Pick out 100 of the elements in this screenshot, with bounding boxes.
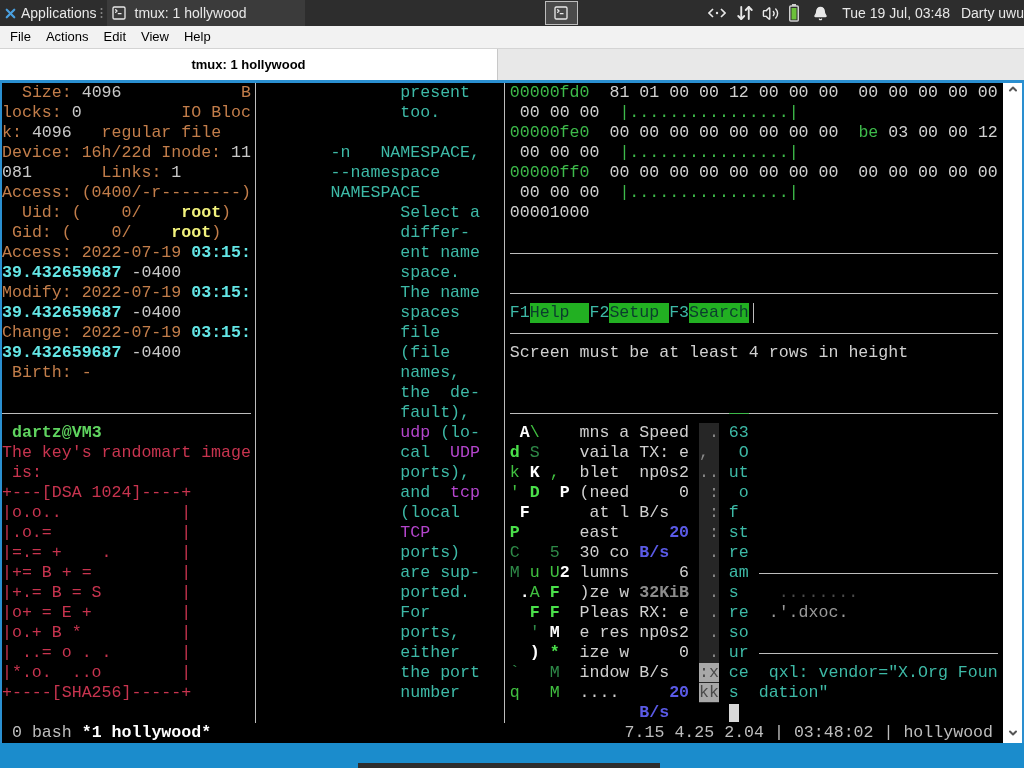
terminal-text: k: xyxy=(2,123,22,142)
terminal-text: . xyxy=(708,623,719,642)
terminal-text: F xyxy=(519,503,530,522)
terminal-text: 4096 xyxy=(31,123,72,142)
terminal-text: |.o.= | xyxy=(2,523,192,542)
battery-icon[interactable] xyxy=(789,4,800,22)
terminal-text: ' xyxy=(509,483,520,502)
terminal-text: NAMESPACE xyxy=(330,183,421,202)
terminal-text: ........ xyxy=(778,583,859,602)
terminal-text: . xyxy=(708,603,719,622)
terminal-text: o xyxy=(738,483,749,502)
menu-item[interactable]: Edit xyxy=(103,27,126,47)
terminal-text: (file xyxy=(400,343,451,362)
terminal-text: F xyxy=(549,583,560,602)
handle-icon xyxy=(99,7,103,19)
terminal-text: B/s xyxy=(639,703,670,722)
scrollbar[interactable] xyxy=(1003,83,1022,743)
menu-item[interactable]: View xyxy=(141,27,169,47)
volume-icon[interactable] xyxy=(762,4,780,22)
terminal-text: differ- xyxy=(400,223,471,242)
arrows-icon[interactable] xyxy=(736,4,755,22)
terminal-text: A xyxy=(529,583,540,602)
terminal-text: is: xyxy=(11,463,42,482)
user-name[interactable]: Darty uwu xyxy=(960,2,1024,24)
terminal-text: the de- xyxy=(400,383,480,402)
key-action[interactable]: Search xyxy=(689,303,749,323)
terminal-text: 00 00 00 xyxy=(519,183,600,202)
terminal-text: 30 co xyxy=(579,543,630,562)
window-tab[interactable]: *1 hollywood* xyxy=(81,723,212,743)
menu-item[interactable]: File xyxy=(10,27,31,47)
terminal-text: mns a xyxy=(579,423,630,442)
terminal-text: F F xyxy=(529,603,560,622)
terminal-text: C 5 xyxy=(509,543,560,562)
terminal-text: +---[DSA 1024]----+ xyxy=(2,483,192,502)
terminal-text: For xyxy=(400,603,431,622)
terminal-text: ) xyxy=(211,223,222,242)
terminal-text: 00001000 xyxy=(509,203,590,222)
terminal-text: the port xyxy=(400,663,480,682)
bell-icon[interactable] xyxy=(813,5,829,21)
terminal-text: 11 xyxy=(231,143,251,162)
terminal-text: fault), xyxy=(400,403,471,422)
key-action[interactable]: Setup xyxy=(609,303,670,323)
function-key: F1 xyxy=(509,303,530,323)
function-key: F2 xyxy=(589,303,610,323)
applications-menu[interactable]: Applications xyxy=(21,2,97,24)
terminal-text: kk xyxy=(699,683,719,702)
terminal-text: Birth: - xyxy=(11,363,92,382)
terminal-text: spaces xyxy=(400,303,461,322)
window-button[interactable]: tmux: 1 hollywood xyxy=(106,0,305,26)
terminal-text: qxl: vendor="X.Org Foun xyxy=(768,663,998,682)
terminal-text: RX: e xyxy=(639,603,690,622)
network-icon[interactable] xyxy=(708,7,727,19)
terminal-text: 00000fe0 xyxy=(509,123,590,142)
terminal-text: -0400 xyxy=(131,303,182,322)
terminal-text: 00 00 00 00 00 00 00 00 xyxy=(609,123,839,142)
terminal-text: IO Bloc xyxy=(181,103,251,122)
terminal-text: , xyxy=(699,443,709,462)
terminal-text: ize w xyxy=(579,643,630,662)
terminal-text: tcp xyxy=(450,483,480,502)
terminal-text: 0 xyxy=(679,643,690,662)
terminal-text: vaila xyxy=(579,443,630,462)
terminal-text: . xyxy=(519,583,530,602)
workspace-button[interactable] xyxy=(544,1,578,25)
terminal-text: blet xyxy=(579,463,620,482)
terminal-text: number xyxy=(400,683,461,702)
terminal-text: s xyxy=(728,683,739,702)
terminal-text: Access: (0400/-r--------) xyxy=(2,183,251,202)
terminal-text: .'.dxoc. xyxy=(768,603,849,622)
terminal-text: udp xyxy=(400,423,431,442)
terminal-text: Links: xyxy=(101,163,162,182)
terminal-text: re xyxy=(728,543,749,562)
terminal-text: 39.432659687 xyxy=(2,343,122,362)
terminal-text: The key's randomart image xyxy=(2,443,251,462)
terminal-text: 0 xyxy=(71,103,82,122)
terminal-text: Speed xyxy=(639,423,690,442)
terminal-text: |+.= B = S | xyxy=(2,583,192,602)
tab[interactable]: tmux: 1 hollywood xyxy=(0,49,498,80)
terminal-text: |................| xyxy=(619,143,799,162)
menu-item[interactable]: Help xyxy=(183,27,211,47)
status-info: 7.15 4.25 2.04 | 03:48:02 | hollywood xyxy=(624,723,994,743)
terminal-text: Size: xyxy=(21,83,72,102)
terminal-text: 03:15: xyxy=(191,283,251,302)
terminal-text: . xyxy=(708,643,719,662)
key-action[interactable]: Help xyxy=(529,303,590,323)
terminal-text: regular file xyxy=(101,123,222,142)
terminal-text: 20 xyxy=(669,523,690,542)
terminal-text: * xyxy=(549,643,560,662)
terminal-text: too. xyxy=(400,103,441,122)
terminal-text: Screen must be at least 4 rows in height xyxy=(509,343,909,362)
clock[interactable]: Tue 19 Jul, 03:48 xyxy=(842,2,950,24)
terminal-text: so xyxy=(728,623,749,642)
terminal-text: , xyxy=(549,463,560,482)
terminal-text: d xyxy=(509,443,520,462)
terminal-text: O xyxy=(738,443,749,462)
menu-item[interactable]: Actions xyxy=(45,27,89,47)
terminal-text: P xyxy=(559,483,570,502)
window-tab[interactable]: 0 bash xyxy=(11,723,72,743)
terminal-text: -0400 xyxy=(131,263,182,282)
terminal-text: 00 00 00 xyxy=(519,143,600,162)
terminal-text: q M xyxy=(509,683,560,702)
